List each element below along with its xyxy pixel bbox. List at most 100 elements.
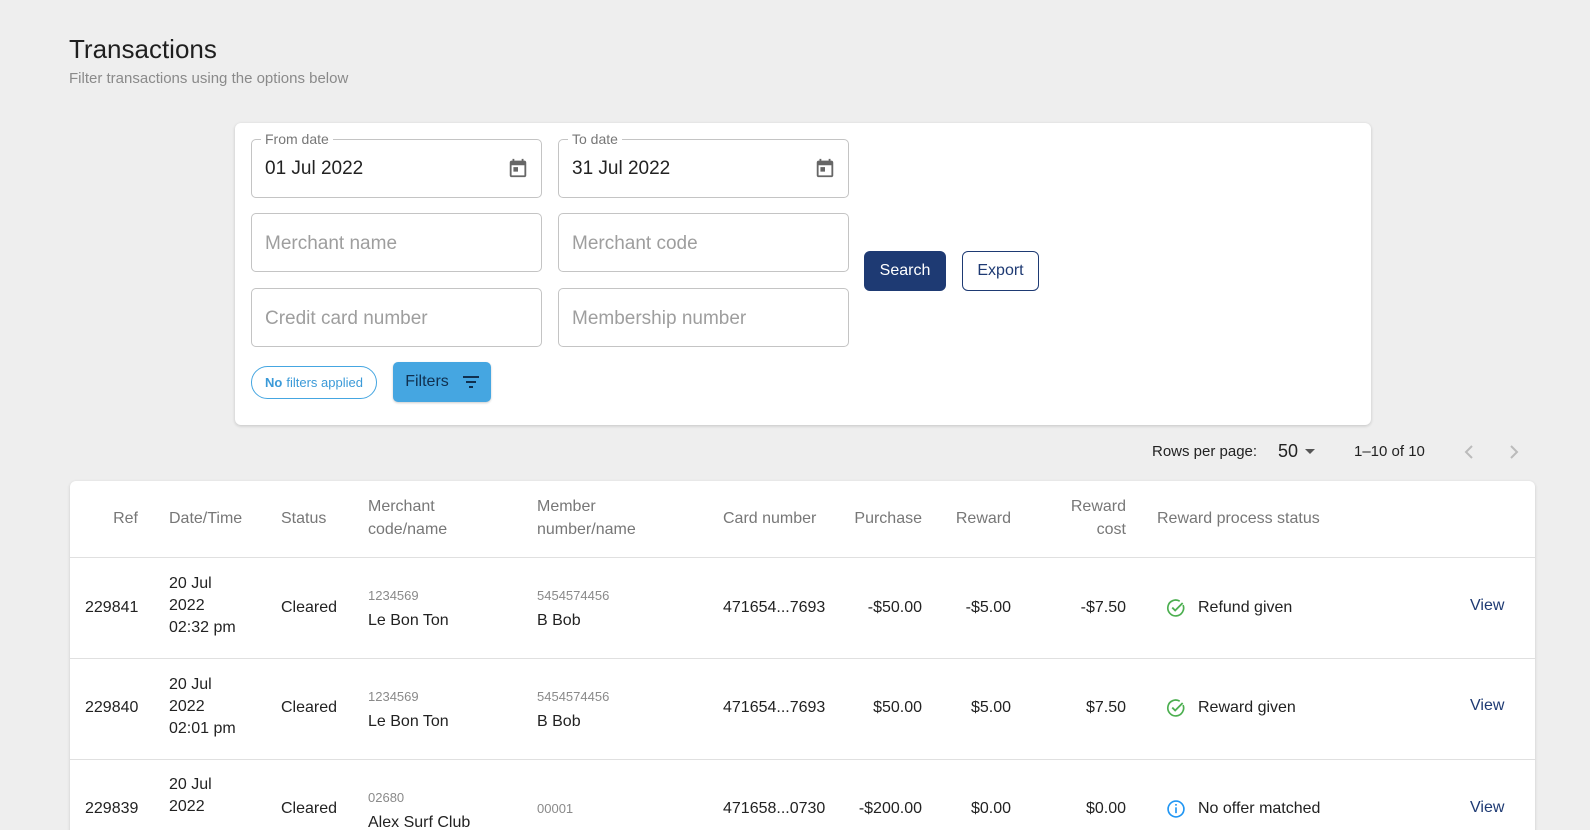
cell-date-line3: 02:01 pm bbox=[169, 720, 236, 737]
cell-purchase: $50.00 bbox=[873, 699, 922, 716]
export-button[interactable]: Export bbox=[962, 251, 1039, 291]
page-subtitle: Filter transactions using the options be… bbox=[69, 70, 349, 87]
from-date-field[interactable]: From date 01 Jul 2022 bbox=[251, 131, 542, 198]
cell-datetime: 20 Jul 2022 02:01 pm bbox=[169, 674, 236, 740]
rows-per-page-select[interactable]: 50 bbox=[1278, 441, 1316, 462]
cell-merchant: 02680 Alex Surf Club bbox=[368, 790, 470, 830]
cell-date-line1: 20 Jul bbox=[169, 776, 212, 793]
column-member-line1: Member bbox=[537, 498, 596, 515]
cell-status: Cleared bbox=[281, 699, 338, 716]
view-link[interactable]: View bbox=[1470, 697, 1504, 715]
column-purchase[interactable]: Purchase bbox=[854, 507, 922, 530]
to-date-value: 31 Jul 2022 bbox=[572, 158, 671, 179]
calendar-icon[interactable] bbox=[814, 156, 836, 180]
cell-reward-cost: $0.00 bbox=[1085, 800, 1126, 817]
page-title: Transactions bbox=[69, 34, 217, 64]
column-card-number[interactable]: Card number bbox=[723, 507, 816, 530]
cell-date-line2: 2022 bbox=[169, 597, 205, 614]
column-member-line2: number/name bbox=[537, 521, 636, 538]
merchant-code: 02680 bbox=[368, 790, 405, 805]
cell-merchant: 1234569 Le Bon Ton bbox=[368, 689, 449, 733]
column-status[interactable]: Status bbox=[281, 507, 326, 530]
member-number: 5454574456 bbox=[537, 588, 610, 603]
merchant-code-input[interactable]: Merchant code bbox=[558, 213, 849, 272]
chevron-right-icon[interactable] bbox=[1505, 443, 1521, 461]
credit-card-placeholder: Credit card number bbox=[265, 308, 428, 329]
column-reward[interactable]: Reward bbox=[956, 507, 1011, 530]
rows-per-page-value: 50 bbox=[1278, 441, 1299, 461]
table-row[interactable]: 229840 20 Jul 2022 02:01 pm Cleared 1234… bbox=[70, 659, 1535, 760]
column-datetime[interactable]: Date/Time bbox=[169, 507, 242, 530]
calendar-icon[interactable] bbox=[507, 156, 529, 180]
rows-per-page-label: Rows per page: bbox=[1152, 443, 1258, 460]
cell-member: 5454574456 B Bob bbox=[537, 689, 609, 733]
cell-ref: 229840 bbox=[85, 699, 139, 716]
from-date-value: 01 Jul 2022 bbox=[265, 158, 364, 179]
cell-reward-cost: $7.50 bbox=[1085, 699, 1126, 716]
cell-reward: $0.00 bbox=[970, 800, 1011, 817]
cell-ref: 229839 bbox=[85, 800, 139, 817]
cell-purchase: -$200.00 bbox=[858, 800, 922, 817]
cell-status: Cleared bbox=[281, 599, 338, 616]
credit-card-input[interactable]: Credit card number bbox=[251, 288, 542, 347]
column-reward-cost-line1: Reward bbox=[1070, 498, 1126, 515]
to-date-label: To date bbox=[568, 131, 622, 147]
merchant-name: Le Bon Ton bbox=[368, 713, 449, 730]
info-circle-icon bbox=[1167, 800, 1185, 818]
cell-status: Cleared bbox=[281, 800, 338, 817]
chip-bold-text: No bbox=[265, 375, 283, 390]
cell-datetime: 20 Jul 2022 bbox=[169, 774, 212, 818]
chevron-left-icon[interactable] bbox=[1462, 443, 1478, 461]
cell-member: 5454574456 B Bob bbox=[537, 588, 609, 632]
merchant-name: Alex Surf Club bbox=[368, 814, 471, 830]
table-row[interactable]: 229839 20 Jul 2022 Cleared 02680 Alex Su… bbox=[70, 759, 1535, 830]
filter-panel: From date 01 Jul 2022 To date 31 Jul 202… bbox=[235, 123, 1371, 425]
column-merchant[interactable]: Merchant code/name bbox=[368, 495, 447, 541]
membership-number-input[interactable]: Membership number bbox=[558, 288, 849, 347]
column-ref[interactable]: Ref bbox=[113, 507, 138, 530]
chip-text: filters applied bbox=[286, 375, 363, 390]
filters-button[interactable]: Filters bbox=[393, 362, 491, 402]
cell-reward-cost: -$7.50 bbox=[1080, 599, 1126, 616]
filters-status-chip: No filters applied bbox=[251, 366, 377, 399]
cell-member: 00001 bbox=[537, 801, 573, 823]
merchant-name: Le Bon Ton bbox=[368, 612, 449, 629]
cell-ref: 229841 bbox=[85, 599, 139, 616]
cell-process-status: Refund given bbox=[1198, 599, 1293, 616]
member-number: 5454574456 bbox=[537, 689, 610, 704]
merchant-code: 1234569 bbox=[368, 689, 419, 704]
member-name: B Bob bbox=[537, 612, 581, 629]
cell-date-line2: 2022 bbox=[169, 798, 205, 815]
cell-process-status: No offer matched bbox=[1198, 800, 1321, 817]
transactions-table: Ref Date/Time Status Merchant code/name … bbox=[70, 481, 1535, 830]
pagination-range: 1–10 of 10 bbox=[1354, 443, 1425, 460]
filters-button-label: Filters bbox=[405, 373, 449, 390]
from-date-label: From date bbox=[261, 131, 333, 147]
column-member[interactable]: Member number/name bbox=[537, 495, 636, 541]
filter-list-icon bbox=[462, 376, 479, 388]
cell-card-number: 471658...0730 bbox=[723, 800, 826, 817]
view-link[interactable]: View bbox=[1470, 597, 1504, 615]
column-reward-process-status[interactable]: Reward process status bbox=[1157, 507, 1320, 530]
to-date-field[interactable]: To date 31 Jul 2022 bbox=[558, 131, 849, 198]
search-button[interactable]: Search bbox=[864, 251, 946, 291]
cell-datetime: 20 Jul 2022 02:32 pm bbox=[169, 573, 236, 639]
column-reward-cost-line2: cost bbox=[1096, 521, 1126, 538]
table-row[interactable]: 229841 20 Jul 2022 02:32 pm Cleared 1234… bbox=[70, 558, 1535, 659]
merchant-name-input[interactable]: Merchant name bbox=[251, 213, 542, 272]
cell-reward: -$5.00 bbox=[965, 599, 1011, 616]
column-reward-cost[interactable]: Reward cost bbox=[1071, 495, 1126, 541]
column-merchant-line1: Merchant bbox=[368, 498, 435, 515]
member-name: B Bob bbox=[537, 713, 581, 730]
cell-date-line2: 2022 bbox=[169, 698, 205, 715]
cell-purchase: -$50.00 bbox=[867, 599, 922, 616]
merchant-code: 1234569 bbox=[368, 588, 419, 603]
cell-date-line1: 20 Jul bbox=[169, 676, 212, 693]
cell-process-status: Reward given bbox=[1198, 699, 1296, 716]
check-circle-icon bbox=[1166, 699, 1185, 717]
merchant-name-placeholder: Merchant name bbox=[265, 233, 398, 254]
cell-date-line3: 02:32 pm bbox=[169, 619, 236, 636]
cell-reward: $5.00 bbox=[970, 699, 1011, 716]
view-link[interactable]: View bbox=[1470, 799, 1504, 817]
column-merchant-line2: code/name bbox=[368, 521, 448, 538]
